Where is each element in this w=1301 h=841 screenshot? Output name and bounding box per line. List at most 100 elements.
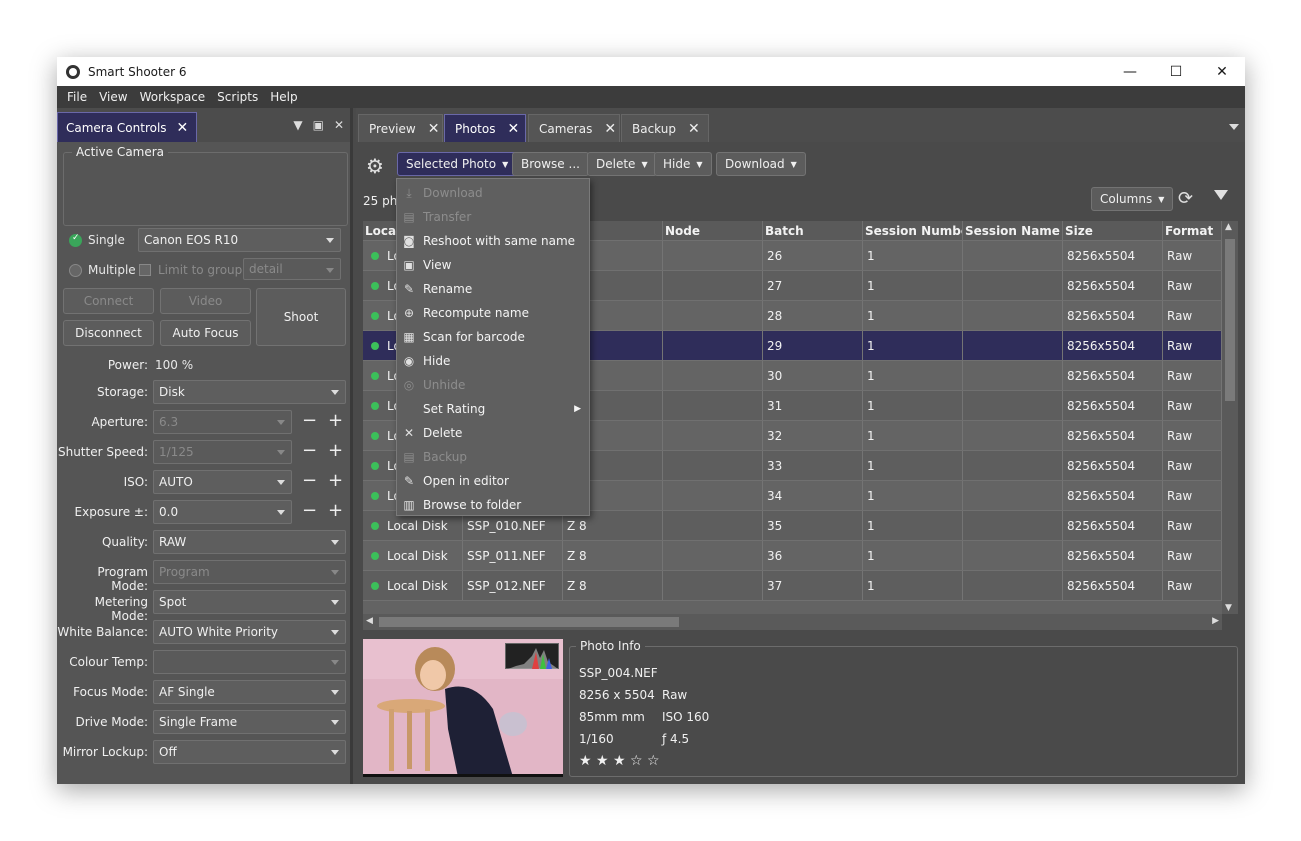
minimize-button[interactable]: — xyxy=(1107,57,1153,86)
close-tab-icon[interactable]: ✕ xyxy=(507,121,519,137)
dock-menu-icon[interactable]: ▼ xyxy=(293,118,302,132)
menu-item-scan-for-barcode[interactable]: ▦ Scan for barcode xyxy=(397,325,589,349)
menu-item-transfer[interactable]: ▤ Transfer xyxy=(397,205,589,229)
disconnect-button[interactable]: Disconnect xyxy=(63,320,154,346)
aperture-increment-icon[interactable]: + xyxy=(328,412,343,430)
menu-item-reshoot-with-same-name[interactable]: ◙ Reshoot with same name xyxy=(397,229,589,253)
camera-select[interactable]: Canon EOS R10 xyxy=(138,228,341,252)
storage-value: Disk xyxy=(159,385,185,399)
float-icon[interactable]: ▣ xyxy=(313,118,324,132)
auto-focus-button[interactable]: Auto Focus xyxy=(160,320,251,346)
tab-cameras[interactable]: Cameras ✕ xyxy=(528,114,620,142)
iso-increment-icon[interactable]: + xyxy=(328,472,343,490)
rating-stars[interactable]: ★ ★ ★ ☆ ☆ xyxy=(579,753,660,769)
quality-select[interactable]: RAW xyxy=(153,530,346,554)
close-tab-icon[interactable]: ✕ xyxy=(688,121,700,137)
colour-temp-select[interactable] xyxy=(153,650,346,674)
menu-scripts[interactable]: Scripts xyxy=(211,90,264,104)
close-tab-icon[interactable]: ✕ xyxy=(604,121,616,137)
table-row[interactable]: Local Disk SSP_011.NEF Z 8 36 1 8256x5504 Raw xyxy=(363,541,1222,571)
hide-button[interactable]: Hide ▼ xyxy=(654,152,712,176)
scroll-thumb[interactable] xyxy=(1225,239,1235,401)
mirror-lockup-select[interactable]: Off xyxy=(153,740,346,764)
shutter-speed-select[interactable]: 1/125 xyxy=(153,440,292,464)
menu-item-recompute-name[interactable]: ⊕ Recompute name xyxy=(397,301,589,325)
close-window-button[interactable]: ✕ xyxy=(1199,57,1245,86)
tab-preview[interactable]: Preview ✕ xyxy=(358,114,443,142)
photo-preview[interactable] xyxy=(363,639,563,777)
menu-item-backup[interactable]: ▤ Backup xyxy=(397,445,589,469)
menu-item-unhide[interactable]: ◎ Unhide xyxy=(397,373,589,397)
metering-mode-select[interactable]: Spot xyxy=(153,590,346,614)
iso-decrement-icon[interactable]: − xyxy=(302,472,317,490)
shutter-speed-decrement-icon[interactable]: − xyxy=(302,442,317,460)
table-row[interactable]: Local Disk SSP_012.NEF Z 8 37 1 8256x5504 Raw xyxy=(363,571,1222,601)
menu-item-download[interactable]: ⤓ Download xyxy=(397,181,589,205)
filter-icon[interactable] xyxy=(1214,190,1228,200)
menu-item-set-rating[interactable]: Set Rating ▶ xyxy=(397,397,589,421)
menu-file[interactable]: File xyxy=(61,90,93,104)
delete-button[interactable]: Delete ▼ xyxy=(587,152,657,176)
connect-button[interactable]: Connect xyxy=(63,288,154,314)
column-header[interactable]: Batch xyxy=(763,221,863,241)
status-dot-icon xyxy=(371,491,379,500)
refresh-icon[interactable]: ⟳ xyxy=(1178,188,1193,209)
menu-item-open-in-editor[interactable]: ✎ Open in editor xyxy=(397,469,589,493)
menu-item-browse-to-folder[interactable]: ▥ Browse to folder xyxy=(397,493,589,517)
shutter-speed-increment-icon[interactable]: + xyxy=(328,442,343,460)
storage-select[interactable]: Disk xyxy=(153,380,346,404)
selected-photo-button[interactable]: Selected Photo ▼ xyxy=(397,152,518,176)
drive-mode-select[interactable]: Single Frame xyxy=(153,710,346,734)
exposure-decrement-icon[interactable]: − xyxy=(302,502,317,520)
column-header[interactable]: Node xyxy=(663,221,763,241)
horizontal-scrollbar[interactable]: ◀ ▶ xyxy=(363,614,1222,630)
multiple-radio[interactable] xyxy=(69,264,82,277)
columns-button[interactable]: Columns ▼ xyxy=(1091,187,1174,211)
single-radio[interactable] xyxy=(69,233,82,247)
browse-button[interactable]: Browse ... xyxy=(512,152,589,176)
chevron-down-icon xyxy=(331,690,339,695)
menu-view[interactable]: View xyxy=(93,90,133,104)
shoot-button[interactable]: Shoot xyxy=(256,288,346,346)
scroll-up-icon[interactable]: ▲ xyxy=(1225,222,1232,232)
white-balance-select[interactable]: AUTO White Priority xyxy=(153,620,346,644)
focus-mode-select[interactable]: AF Single xyxy=(153,680,346,704)
vertical-scrollbar[interactable]: ▲ ▼ xyxy=(1222,221,1238,614)
scroll-left-icon[interactable]: ◀ xyxy=(366,616,373,626)
scroll-right-icon[interactable]: ▶ xyxy=(1212,616,1219,626)
scroll-down-icon[interactable]: ▼ xyxy=(1225,603,1232,613)
menu-item-view[interactable]: ▣ View xyxy=(397,253,589,277)
exposure-select[interactable]: 0.0 xyxy=(153,500,292,524)
dock-close-icon[interactable]: ✕ xyxy=(334,118,344,132)
aperture-decrement-icon[interactable]: − xyxy=(302,412,317,430)
scroll-thumb[interactable] xyxy=(379,617,679,627)
iso-select[interactable]: AUTO xyxy=(153,470,292,494)
tab-backup[interactable]: Backup ✕ xyxy=(621,114,709,142)
menu-workspace[interactable]: Workspace xyxy=(134,90,212,104)
menu-item-hide[interactable]: ◉ Hide xyxy=(397,349,589,373)
exposure-increment-icon[interactable]: + xyxy=(328,502,343,520)
download-button[interactable]: Download ▼ xyxy=(716,152,806,176)
menu-item-delete[interactable]: ✕ Delete xyxy=(397,421,589,445)
column-header[interactable]: Session Name xyxy=(963,221,1063,241)
aperture-select[interactable]: 6.3 xyxy=(153,410,292,434)
tab-list-chevron-icon[interactable] xyxy=(1229,124,1239,130)
tab-camera-controls[interactable]: Camera Controls ✕ xyxy=(57,112,198,142)
menu-help[interactable]: Help xyxy=(264,90,303,104)
tab-photos[interactable]: Photos ✕ xyxy=(444,114,526,142)
program-mode-select[interactable]: Program xyxy=(153,560,346,584)
cell-text: 35 xyxy=(767,518,783,533)
table-cell: Raw xyxy=(1163,571,1222,600)
video-button[interactable]: Video xyxy=(160,288,251,314)
maximize-button[interactable]: ☐ xyxy=(1153,57,1199,86)
close-tab-icon[interactable]: ✕ xyxy=(177,120,189,136)
settings-gear-icon[interactable]: ⚙ xyxy=(366,154,384,178)
column-header[interactable]: Format xyxy=(1163,221,1222,241)
menu-item-rename[interactable]: ✎ Rename xyxy=(397,277,589,301)
column-header[interactable]: Size xyxy=(1063,221,1163,241)
caret-down-icon: ▼ xyxy=(1158,194,1165,204)
limit-group-checkbox[interactable] xyxy=(139,264,151,276)
limit-group-select[interactable]: detail xyxy=(243,258,341,280)
column-header[interactable]: Session Number xyxy=(863,221,963,241)
close-tab-icon[interactable]: ✕ xyxy=(428,121,440,137)
